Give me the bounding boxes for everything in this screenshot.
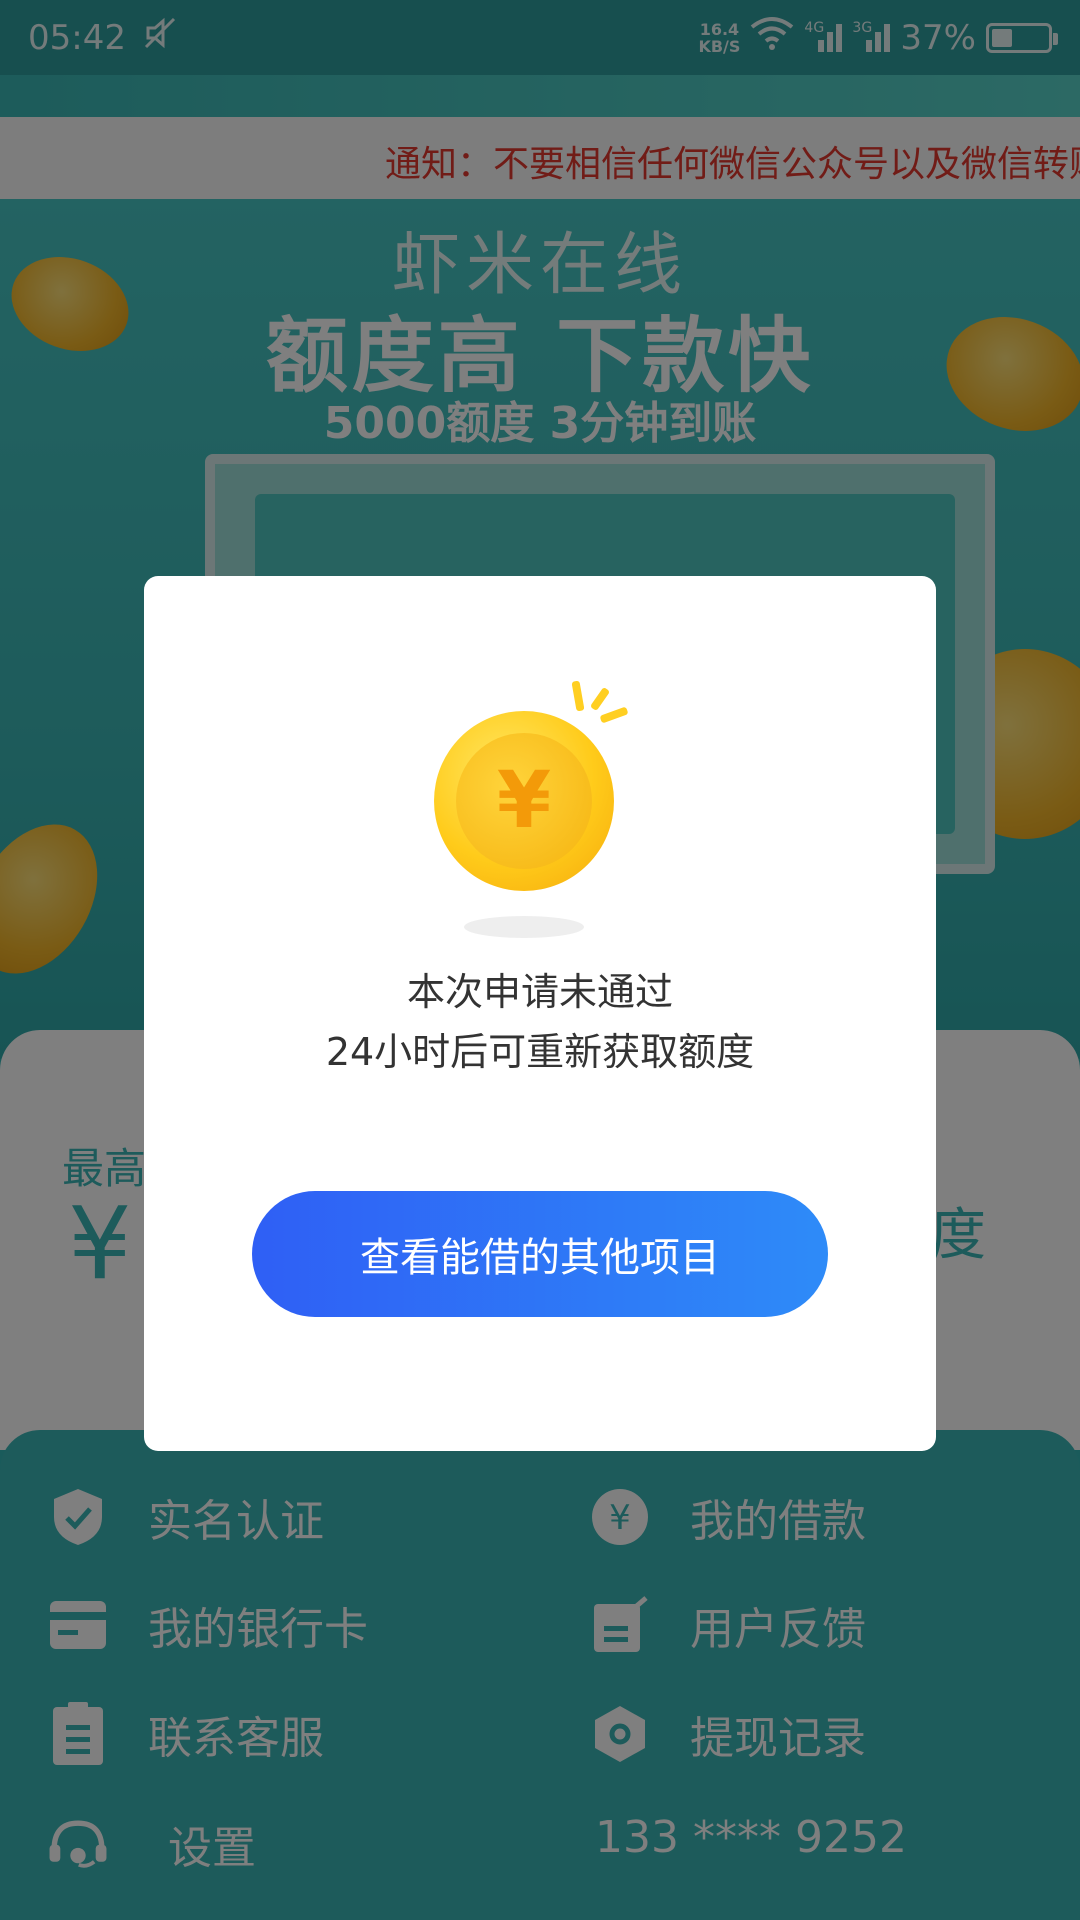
view-other-projects-button[interactable]: 查看能借的其他项目 <box>252 1191 828 1317</box>
sparkle-icon <box>599 706 629 724</box>
gold-coin-icon: ¥ <box>434 711 614 891</box>
coin-illustration: ¥ <box>434 680 654 938</box>
sparkle-icon <box>589 686 611 712</box>
coin-shadow <box>464 916 584 938</box>
sparkle-icon <box>571 680 585 712</box>
application-result-dialog: ¥ 本次申请未通过 24小时后可重新获取额度 查看能借的其他项目 <box>144 576 936 1451</box>
result-message-detail: 24小时后可重新获取额度 <box>325 1030 755 1074</box>
coin-symbol: ¥ <box>456 733 592 869</box>
result-message-title: 本次申请未通过 <box>406 970 673 1014</box>
